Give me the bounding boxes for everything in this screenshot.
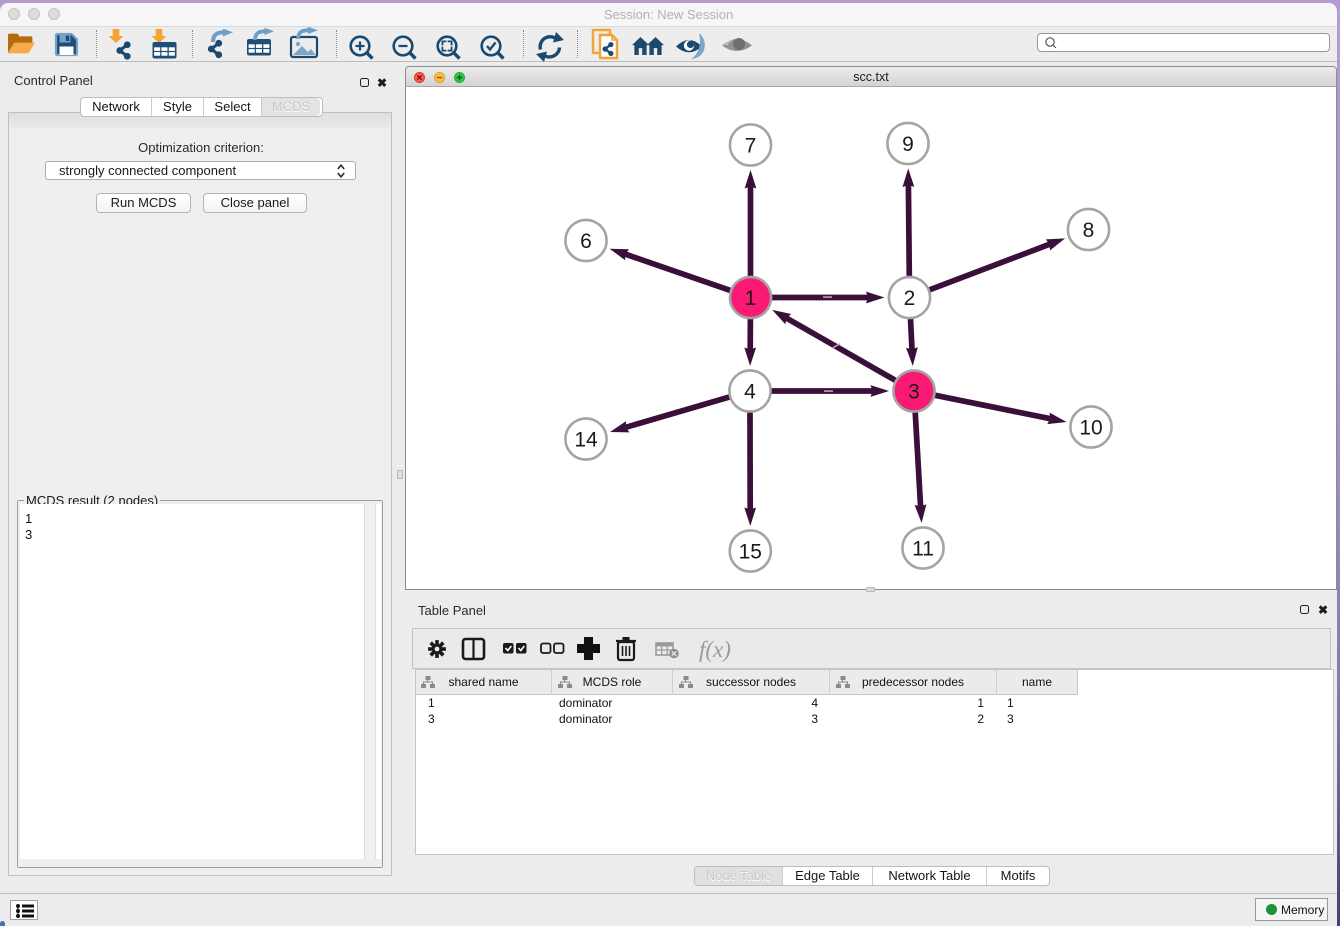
svg-text:9: 9	[902, 133, 914, 156]
svg-text:3: 3	[908, 381, 920, 404]
svg-text:6: 6	[580, 230, 592, 253]
svg-text:2: 2	[904, 287, 916, 310]
svg-text:1: 1	[745, 287, 757, 310]
svg-text:7: 7	[745, 135, 757, 158]
svg-text:8: 8	[1083, 219, 1095, 242]
svg-text:14: 14	[574, 429, 598, 452]
svg-text:11: 11	[912, 538, 934, 561]
svg-text:15: 15	[739, 541, 762, 564]
svg-text:10: 10	[1079, 417, 1102, 440]
svg-text:4: 4	[744, 381, 756, 404]
svg-text:f(x): f(x)	[699, 637, 731, 662]
